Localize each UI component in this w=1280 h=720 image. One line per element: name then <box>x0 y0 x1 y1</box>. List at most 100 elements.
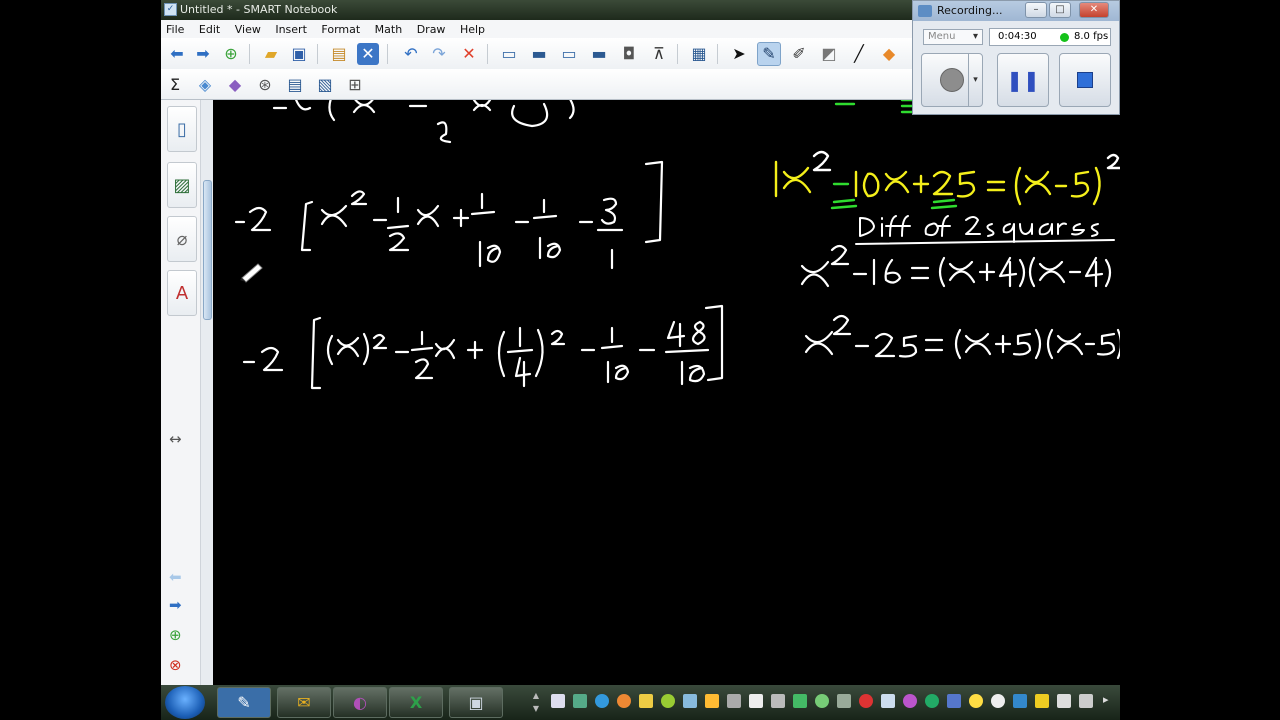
recorder-menu-dropdown[interactable]: Menu ▾ <box>923 29 983 45</box>
start-button[interactable] <box>165 686 205 719</box>
taskbar-smart-notebook[interactable]: ✎ <box>217 687 271 718</box>
ink-square-expansion <box>774 100 1120 210</box>
table-icon[interactable]: ▦ <box>687 42 711 66</box>
pen-cursor-icon <box>240 263 263 283</box>
select-pointer-icon[interactable]: ➤ <box>727 42 751 66</box>
magic-pen-icon[interactable]: ◆ <box>223 73 247 97</box>
gallery-icon[interactable]: ▨ <box>167 162 197 208</box>
page-sorter-icon[interactable]: ▯ <box>167 106 197 152</box>
toolbar-customize-icon[interactable]: ⊞ <box>343 73 367 97</box>
maximize-button[interactable]: □ <box>1049 2 1071 18</box>
recording-status-indicator <box>1060 33 1069 42</box>
menu-draw[interactable]: Draw <box>412 20 452 38</box>
menu-format[interactable]: Format <box>316 20 366 38</box>
sigma-icon[interactable]: Σ <box>163 73 187 97</box>
delete-page-icon[interactable]: ✕ <box>357 43 379 65</box>
taskbar-outlook[interactable]: ✉ <box>277 687 331 718</box>
menu-insert[interactable]: Insert <box>270 20 313 38</box>
printer-icon[interactable] <box>551 694 565 708</box>
attachments-icon[interactable]: ⌀ <box>167 216 197 262</box>
close-button[interactable]: ✕ <box>1079 2 1109 18</box>
blue-app-icon[interactable] <box>947 694 961 708</box>
pen-yellow-icon[interactable] <box>1035 694 1049 708</box>
alert-icon[interactable] <box>859 694 873 708</box>
tools-icon[interactable] <box>727 694 741 708</box>
handwriting-layer <box>234 100 1120 390</box>
text-recognition-icon[interactable]: ⊛ <box>253 73 277 97</box>
delete-icon[interactable]: ✕ <box>457 42 481 66</box>
save-icon[interactable]: ▣ <box>287 42 311 66</box>
screen-shade-icon[interactable]: ▭ <box>497 42 521 66</box>
window-icon[interactable] <box>749 694 763 708</box>
fill-icon[interactable]: ◈ <box>193 73 217 97</box>
flag-icon[interactable] <box>1057 694 1071 708</box>
next-page-icon[interactable]: ➡ <box>169 596 182 614</box>
update-icon[interactable] <box>661 694 675 708</box>
previous-page-icon[interactable]: ⬅ <box>169 568 182 586</box>
display-screen-icon[interactable]: ▬ <box>587 42 611 66</box>
whiteboard-canvas[interactable] <box>214 100 1120 685</box>
full-screen-icon[interactable]: ▬ <box>527 42 551 66</box>
onenote-tray-icon[interactable] <box>903 694 917 708</box>
sync-icon[interactable] <box>815 694 829 708</box>
taskbar-recorder[interactable]: ▣ <box>449 687 503 718</box>
excel-tray-icon[interactable] <box>793 694 807 708</box>
taskbar-scroll-arrows-icon[interactable]: ▲ ▼ <box>531 689 541 716</box>
stop-button[interactable] <box>1059 53 1111 107</box>
scrollbar-thumb[interactable] <box>203 180 212 320</box>
menu-view[interactable]: View <box>230 20 267 38</box>
forward-arrow-icon[interactable]: ➡ <box>191 42 215 66</box>
add-page-icon[interactable]: ⊕ <box>219 42 243 66</box>
smiley-icon[interactable] <box>969 694 983 708</box>
vertical-scrollbar[interactable] <box>200 100 213 685</box>
properties-icon[interactable]: ▤ <box>283 73 307 97</box>
record-options-arrow-icon[interactable]: ▾ <box>968 54 982 106</box>
green-circle-icon[interactable] <box>925 694 939 708</box>
creative-pen-icon[interactable]: ✐ <box>787 42 811 66</box>
delete-page-side-icon[interactable]: ⊗ <box>169 656 182 674</box>
menu-help[interactable]: Help <box>455 20 491 38</box>
add-page-side-icon[interactable]: ⊕ <box>169 626 182 644</box>
taskbar-onenote[interactable]: ◐ <box>333 687 387 718</box>
menu-file[interactable]: File <box>161 20 190 38</box>
recording-window: Recording... – □ ✕ Menu ▾ 0:04:30 8.0 fp… <box>912 0 1120 115</box>
side-tab-bar: ▯ ▨ ⌀ A ↔ ⬅ ➡ ⊕ ⊗ <box>161 100 213 685</box>
menu-math[interactable]: Math <box>370 20 409 38</box>
chat-icon[interactable] <box>837 694 851 708</box>
pen-icon[interactable]: ✎ <box>757 42 781 66</box>
record-button[interactable]: ▾ <box>921 53 983 107</box>
pen-tray-icon[interactable] <box>771 694 785 708</box>
eraser-icon[interactable]: ◩ <box>817 42 841 66</box>
pause-button[interactable]: ❚❚ <box>997 53 1049 107</box>
tray-app-icon[interactable] <box>573 694 587 708</box>
resize-arrows-icon[interactable]: ↔ <box>169 430 182 448</box>
shapes-icon[interactable]: ◆ <box>877 42 901 66</box>
transparent-background-icon[interactable]: ▭ <box>557 42 581 66</box>
cat-icon[interactable] <box>991 694 1005 708</box>
monitor-icon[interactable] <box>683 694 697 708</box>
keyboard-icon[interactable] <box>881 694 895 708</box>
capture-icon[interactable]: ◘ <box>617 42 641 66</box>
properties-tab-icon[interactable]: A <box>167 270 197 316</box>
open-folder-icon[interactable]: ▰ <box>259 42 283 66</box>
paste-icon[interactable]: ▤ <box>327 42 351 66</box>
show-more-icon[interactable]: ▸ <box>1103 693 1109 706</box>
shield-icon[interactable] <box>1013 694 1027 708</box>
notes-icon[interactable] <box>705 694 719 708</box>
taskbar-excel[interactable]: X <box>389 687 443 718</box>
undo-icon[interactable]: ↶ <box>399 42 423 66</box>
minimize-button[interactable]: – <box>1025 2 1047 18</box>
network-icon[interactable] <box>595 694 609 708</box>
chevron-down-icon: ▾ <box>972 31 978 42</box>
browser-icon[interactable] <box>617 694 631 708</box>
back-arrow-icon[interactable]: ⬅ <box>165 42 189 66</box>
mail-icon[interactable] <box>639 694 653 708</box>
menu-edit[interactable]: Edit <box>194 20 226 38</box>
record-dot-icon <box>940 68 964 92</box>
redo-icon[interactable]: ↷ <box>427 42 451 66</box>
line-icon[interactable]: ╱ <box>847 42 871 66</box>
volume-icon[interactable] <box>1079 694 1093 708</box>
ink-line-1 <box>234 160 664 270</box>
document-camera-icon[interactable]: ⊼ <box>647 42 671 66</box>
chart-icon[interactable]: ▧ <box>313 73 337 97</box>
